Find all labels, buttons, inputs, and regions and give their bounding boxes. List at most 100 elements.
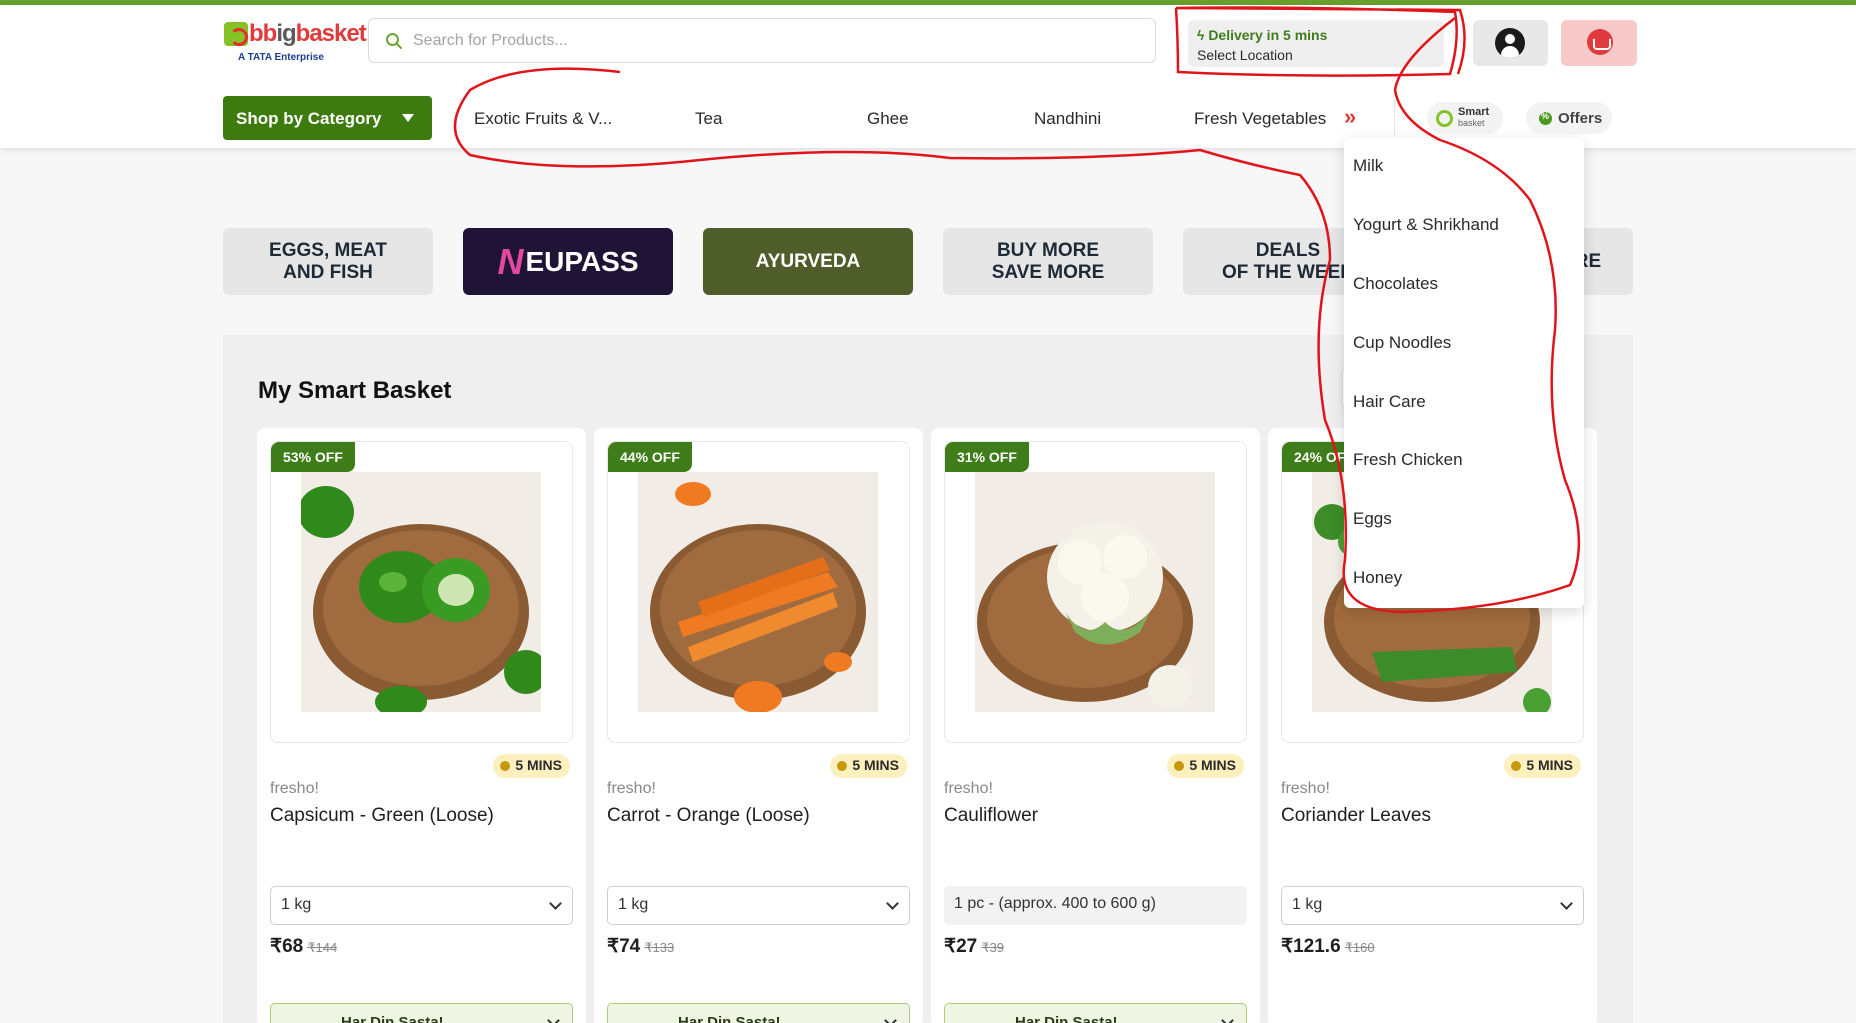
har-din-sasta-dropdown[interactable]: Har Din Sasta! [607, 1003, 910, 1023]
logo-tagline: A TATA Enterprise [238, 52, 324, 63]
chevron-down-icon [1560, 897, 1573, 910]
tile-buy-more-save-more[interactable]: BUY MORE SAVE MORE [943, 228, 1153, 295]
product-name[interactable]: Coriander Leaves [1281, 805, 1431, 827]
quantity-value: 1 kg [281, 896, 312, 913]
sale-price: ₹121.6 [1281, 936, 1341, 957]
shop-by-category-button[interactable]: Shop by Category [223, 96, 432, 140]
section-title: My Smart Basket [258, 377, 452, 404]
tile-line: AND FISH [283, 261, 373, 283]
product-image[interactable]: 31% OFF [944, 441, 1247, 743]
product-card[interactable]: 53% OFF 5 MINS fresho! Capsicum - Green … [257, 428, 586, 1023]
tile-neupass[interactable]: N EUPASS [463, 228, 673, 295]
search-bar[interactable] [368, 18, 1156, 63]
dropdown-item[interactable]: Milk [1353, 156, 1383, 176]
dropdown-item[interactable]: Honey [1353, 568, 1402, 588]
tile-eggs-meat-fish[interactable]: EGGS, MEAT AND FISH [223, 228, 433, 295]
quicknav-item[interactable]: Tea [695, 109, 722, 129]
quantity-value: 1 pc - (approx. 400 to 600 g) [954, 895, 1156, 912]
mrp-price: ₹160 [1344, 940, 1375, 955]
tile-ayurveda[interactable]: AYURVEDA [703, 228, 913, 295]
lightning-icon: ϟ [1197, 27, 1209, 43]
smart-basket-sublabel: basket [1458, 118, 1485, 128]
sale-price: ₹68 [270, 936, 304, 957]
quicknav-item[interactable]: Fresh Vegetables [1194, 109, 1326, 129]
product-brand: fresho! [270, 780, 319, 797]
site-header: bbbigbasketigbasket A TATA Enterprise ϟ … [0, 5, 1856, 148]
quantity-value-static: 1 pc - (approx. 400 to 600 g) [944, 886, 1247, 925]
select-location-label: Select Location [1197, 47, 1293, 63]
dropdown-item[interactable]: Cup Noodles [1353, 333, 1451, 353]
delivery-time-badge: 5 MINS [493, 754, 570, 778]
tile-line: DEALS [1255, 239, 1321, 261]
cta-label: Har Din Sasta! [341, 1014, 444, 1023]
product-brand: fresho! [1281, 780, 1330, 797]
tile-line: SAVE MORE [991, 261, 1105, 283]
smart-basket-button[interactable]: Smart basket [1427, 102, 1503, 134]
dropdown-item[interactable]: Hair Care [1353, 392, 1426, 412]
sale-price: ₹74 [607, 936, 641, 957]
chevron-down-icon [884, 1014, 897, 1023]
carrot-image [638, 472, 878, 712]
quantity-selector[interactable]: 1 kg [607, 886, 910, 925]
dropdown-item[interactable]: Yogurt & Shrikhand [1353, 215, 1499, 235]
product-name[interactable]: Capsicum - Green (Loose) [270, 805, 494, 827]
quicknav-item[interactable]: Ghee [867, 109, 909, 129]
delivery-time-badge: 5 MINS [1504, 754, 1581, 778]
dropdown-item[interactable]: Eggs [1353, 509, 1392, 529]
mrp-price: ₹133 [644, 940, 675, 955]
dropdown-item[interactable]: Chocolates [1353, 274, 1438, 294]
account-button[interactable] [1473, 20, 1548, 66]
neupass-logo-icon: N [497, 240, 524, 282]
more-categories-icon[interactable]: » [1344, 106, 1356, 128]
tile-line: OF THE WEEK [1222, 261, 1354, 283]
product-card[interactable]: 31% OFF 5 MINS fresho! Cauliflower 1 pc … [931, 428, 1260, 1023]
chevron-down-icon [547, 1014, 560, 1023]
har-din-sasta-dropdown[interactable]: Har Din Sasta! [270, 1003, 573, 1023]
cta-label: Har Din Sasta! [678, 1014, 781, 1023]
discount-badge: 44% OFF [608, 442, 692, 472]
delivery-eta: Delivery in 5 mins [1208, 27, 1328, 43]
chevron-down-icon [886, 897, 899, 910]
tile-line: AYURVEDA [755, 250, 861, 272]
chevron-down-icon [1221, 1014, 1234, 1023]
tile-line: EUPASS [525, 245, 639, 277]
product-name[interactable]: Carrot - Orange (Loose) [607, 805, 810, 827]
delivery-location-selector[interactable]: ϟ Delivery in 5 mins Select Location [1188, 20, 1444, 67]
product-image[interactable]: 44% OFF [607, 441, 910, 743]
bigbasket-logo[interactable]: bbbigbasketigbasket A TATA Enterprise [224, 19, 367, 67]
cart-button[interactable] [1561, 20, 1637, 66]
product-card[interactable]: 44% OFF 5 MINS fresho! Carrot - Orange (… [594, 428, 923, 1023]
offers-label: Offers [1558, 110, 1603, 127]
search-icon [386, 33, 402, 49]
caret-down-icon [402, 114, 414, 122]
nav-divider [1394, 100, 1395, 136]
smart-basket-label: Smart [1458, 106, 1490, 118]
chevron-down-icon [549, 897, 562, 910]
quantity-selector[interactable]: 1 kg [270, 886, 573, 925]
tile-line: EGGS, MEAT [269, 239, 387, 261]
search-input[interactable] [413, 29, 1113, 53]
har-din-sasta-dropdown[interactable]: Har Din Sasta! [944, 1003, 1247, 1023]
product-name[interactable]: Cauliflower [944, 805, 1038, 827]
dropdown-item[interactable]: Fresh Chicken [1353, 450, 1463, 470]
capsicum-image [301, 472, 541, 712]
delivery-time-badge: 5 MINS [1167, 754, 1244, 778]
cta-label: Har Din Sasta! [1015, 1014, 1118, 1023]
delivery-time-badge: 5 MINS [830, 754, 907, 778]
product-brand: fresho! [607, 780, 656, 797]
basket-icon [1587, 29, 1613, 55]
quantity-selector[interactable]: 1 kg [1281, 886, 1584, 925]
smart-basket-icon [1436, 110, 1453, 127]
quantity-value: 1 kg [618, 896, 649, 913]
mrp-price: ₹39 [981, 940, 1004, 955]
product-image[interactable]: 53% OFF [270, 441, 573, 743]
discount-badge: 31% OFF [945, 442, 1029, 472]
offers-button[interactable]: Offers [1526, 102, 1612, 134]
quicknav-item[interactable]: Exotic Fruits & V... [474, 109, 612, 129]
quicknav-item[interactable]: Nandhini [1034, 109, 1101, 129]
cauliflower-image [975, 472, 1215, 712]
tile-line: BUY MORE [996, 239, 1100, 261]
shop-by-category-label: Shop by Category [236, 109, 382, 128]
offer-percent-icon [1539, 111, 1552, 125]
discount-badge: 53% OFF [271, 442, 355, 472]
